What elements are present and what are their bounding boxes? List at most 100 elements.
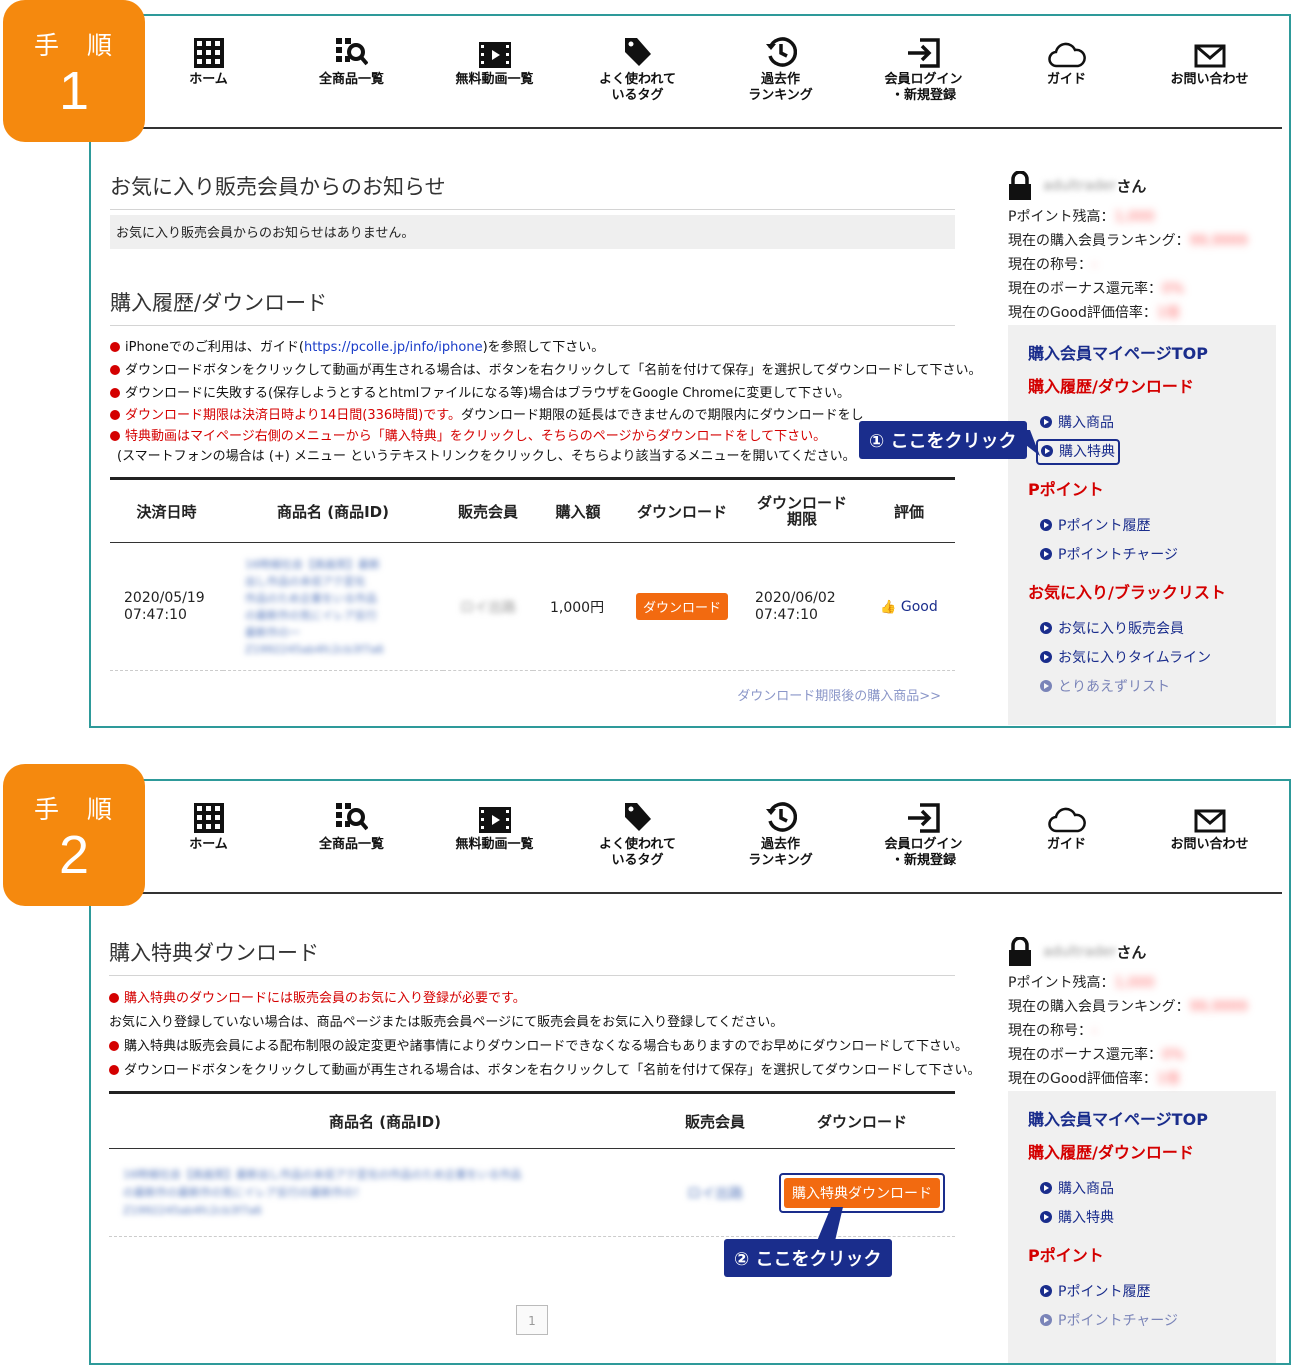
note-text: ダウンロード期限は決済日時より14日間(336時間)です。 <box>125 408 461 423</box>
nav-home[interactable]: ホーム <box>137 26 280 88</box>
tag-icon <box>624 803 651 831</box>
nav-free-videos[interactable]: 無料動画一覧 <box>423 791 566 853</box>
nav-tags[interactable]: よく使われて いるタグ <box>566 26 709 104</box>
nav-label: 無料動画一覧 <box>455 837 534 852</box>
good-line: 現在のGood評価倍率：1倍 <box>1008 301 1276 325</box>
menu-points-charge[interactable]: Pポイントチャージ <box>1028 1307 1276 1336</box>
menu-mypage-top[interactable]: 購入会員マイページTOP <box>1028 1103 1276 1136</box>
col-download: ダウンロード <box>769 1091 955 1149</box>
menu-bonus-label: 購入特典 <box>1059 444 1115 460</box>
note-text: ダウンロードに失敗する(保存しようとするとhtmlファイルになる等)場合はブラウ… <box>125 386 850 401</box>
nav-free-videos[interactable]: 無料動画一覧 <box>423 26 566 88</box>
menu-fav-sellers[interactable]: お気に入り販売会員 <box>1028 615 1276 644</box>
menu-tentative-list[interactable]: とりあえずリスト <box>1028 673 1276 702</box>
thumbs-up-icon: 👍 <box>880 599 897 615</box>
nav-label: ホーム <box>189 72 228 87</box>
tag-icon <box>624 38 651 66</box>
nav-guide[interactable]: ガイド <box>995 791 1138 853</box>
play-circle-icon <box>1040 1182 1052 1194</box>
seller-blurred[interactable]: ロイ出路 <box>687 1183 743 1203</box>
good-label[interactable]: Good <box>901 599 938 615</box>
step-label: 手 順 <box>34 31 122 60</box>
row-seller[interactable]: ロイ出路 <box>661 1149 769 1237</box>
bonus-value: 0% <box>1162 1047 1185 1063</box>
product-name-blurred[interactable]: 16時候社会【高画質】最新出し作品の未収アク変化の作品のため企業をいる作品 の最… <box>123 1166 521 1220</box>
callout-step1: ① ここをクリック <box>859 421 1027 459</box>
nav-label: ランキング <box>748 88 813 103</box>
menu-bonus-label: 購入特典 <box>1058 1210 1114 1226</box>
step-badge-1: 手 順 1 <box>3 0 145 142</box>
menu-points-heading[interactable]: Pポイント <box>1028 1239 1276 1272</box>
note-iphone: iPhoneでのご利用は、ガイド(https://pcolle.jp/info/… <box>110 336 955 359</box>
row-product[interactable]: 16時候社会【高画質】最新 出し作品の未収アク変化 作品のため企業をいる作品 の… <box>223 543 443 671</box>
title-line: 現在の称号：- <box>1008 1019 1276 1043</box>
menu-history[interactable]: 購入履歴/ダウンロード <box>1028 370 1276 403</box>
menu-fav-heading[interactable]: お気に入り/ブラックリスト <box>1028 576 1276 609</box>
rank-line: 現在の購入会員ランキング：99,9999 <box>1008 229 1276 253</box>
points-value: 1,000 <box>1114 975 1155 991</box>
row-rating[interactable]: 👍 Good <box>863 543 955 671</box>
callout-step2: ② ここをクリック <box>724 1239 892 1277</box>
menu-points-history[interactable]: Pポイント履歴 <box>1028 512 1276 541</box>
note-text: (スマートフォンの場合は (+) メニュー というテキストリンクをクリックし、そ… <box>117 449 856 464</box>
menu-points-charge[interactable]: Pポイントチャージ <box>1028 541 1276 570</box>
nav-login[interactable]: 会員ログイン ・新規登録 <box>852 791 995 869</box>
note-text: お気に入り登録していない場合は、商品ページまたは販売会員ページにて販売会員をお気… <box>109 1015 784 1030</box>
nav-label: 過去作 <box>760 837 800 852</box>
menu-points-history[interactable]: Pポイント履歴 <box>1028 1278 1276 1307</box>
seller-blurred[interactable]: ロイ出路 <box>460 597 516 617</box>
menu-points-history-label: Pポイント履歴 <box>1058 518 1151 534</box>
play-circle-icon <box>1040 519 1052 531</box>
nav-guide[interactable]: ガイド <box>995 26 1138 88</box>
bullet-dot <box>109 1065 119 1075</box>
callout-pointer <box>817 1207 843 1241</box>
menu-fav-timeline[interactable]: お気に入りタイムライン <box>1028 644 1276 673</box>
note-text: 購入特典は販売会員による配布制限の設定変更や諸事情によりダウンロードできなくなる… <box>124 1039 968 1054</box>
download-button[interactable]: ダウンロード <box>635 593 728 620</box>
col-product: 商品名 (商品ID) <box>223 477 443 543</box>
nav-home[interactable]: ホーム <box>137 791 280 853</box>
bonus-notes: 購入特典のダウンロードには販売会員のお気に入り登録が必要です。 お気に入り登録し… <box>109 987 980 1083</box>
bonus-download-button[interactable]: 購入特典ダウンロード <box>784 1177 940 1208</box>
nav-contact[interactable]: お問い合わせ <box>1138 26 1281 88</box>
nav-ranking[interactable]: 過去作 ランキング <box>709 26 852 104</box>
nav-label: ・新規登録 <box>890 88 956 103</box>
notice-title: お気に入り販売会員からのお知らせ <box>110 171 955 210</box>
nav-all-products[interactable]: 全商品一覧 <box>280 791 423 853</box>
pagination-page[interactable]: 1 <box>516 1305 548 1335</box>
play-circle-icon <box>1040 680 1052 692</box>
row-download: ダウンロード <box>623 543 741 671</box>
row-product[interactable]: 16時候社会【高画質】最新出し作品の未収アク変化の作品のため企業をいる作品 の最… <box>109 1149 661 1237</box>
member-menu: 購入会員マイページTOP 購入履歴/ダウンロード 購入商品 購入特典 Pポイント… <box>1008 1091 1276 1363</box>
nav-login[interactable]: 会員ログイン ・新規登録 <box>852 26 995 104</box>
menu-bonus[interactable]: 購入特典 <box>1028 438 1276 467</box>
play-circle-icon <box>1040 1211 1052 1223</box>
menu-purchased[interactable]: 購入商品 <box>1028 409 1276 438</box>
note-text: ダウンロード期限の延長はできませんので期限内にダウンロードをし <box>460 408 864 423</box>
expired-products-link[interactable]: ダウンロード期限後の購入商品>> <box>691 685 941 704</box>
menu-points-charge-label: Pポイントチャージ <box>1058 1313 1179 1329</box>
nav-contact[interactable]: お問い合わせ <box>1138 791 1281 853</box>
col-price: 購入額 <box>533 477 623 543</box>
product-name-blurred[interactable]: 16時候社会【高画質】最新 出し作品の未収アク変化 作品のため企業をいる作品 の… <box>245 556 384 658</box>
note-expiry: ダウンロード期限は決済日時より14日間(336時間)です。ダウンロード期限の延長… <box>110 405 955 426</box>
guide-link[interactable]: https://pcolle.jp/info/iphone <box>304 340 483 355</box>
bullet-dot <box>110 388 120 398</box>
menu-bonus[interactable]: 購入特典 <box>1028 1204 1276 1233</box>
history-icon <box>765 37 797 67</box>
nav-ranking[interactable]: 過去作 ランキング <box>709 791 852 869</box>
nav-tags[interactable]: よく使われて いるタグ <box>566 791 709 869</box>
bonus-label: 現在のボーナス還元率： <box>1008 281 1162 297</box>
menu-mypage-top[interactable]: 購入会員マイページTOP <box>1028 337 1276 370</box>
good-line: 現在のGood評価倍率：1倍 <box>1008 1067 1276 1091</box>
table-row: 2020/05/19 07:47:10 16時候社会【高画質】最新 出し作品の未収… <box>110 543 955 671</box>
menu-history[interactable]: 購入履歴/ダウンロード <box>1028 1136 1276 1169</box>
col-download: ダウンロード <box>623 477 741 543</box>
row-seller[interactable]: ロイ出路 <box>443 543 533 671</box>
bonus-highlight-box[interactable]: 購入特典 <box>1036 439 1120 465</box>
menu-purchased[interactable]: 購入商品 <box>1028 1175 1276 1204</box>
row-expiry: 2020/06/02 07:47:10 <box>741 543 863 671</box>
nav-all-products[interactable]: 全商品一覧 <box>280 26 423 88</box>
menu-points-heading[interactable]: Pポイント <box>1028 473 1276 506</box>
menu-purchased-label: 購入商品 <box>1058 415 1114 431</box>
